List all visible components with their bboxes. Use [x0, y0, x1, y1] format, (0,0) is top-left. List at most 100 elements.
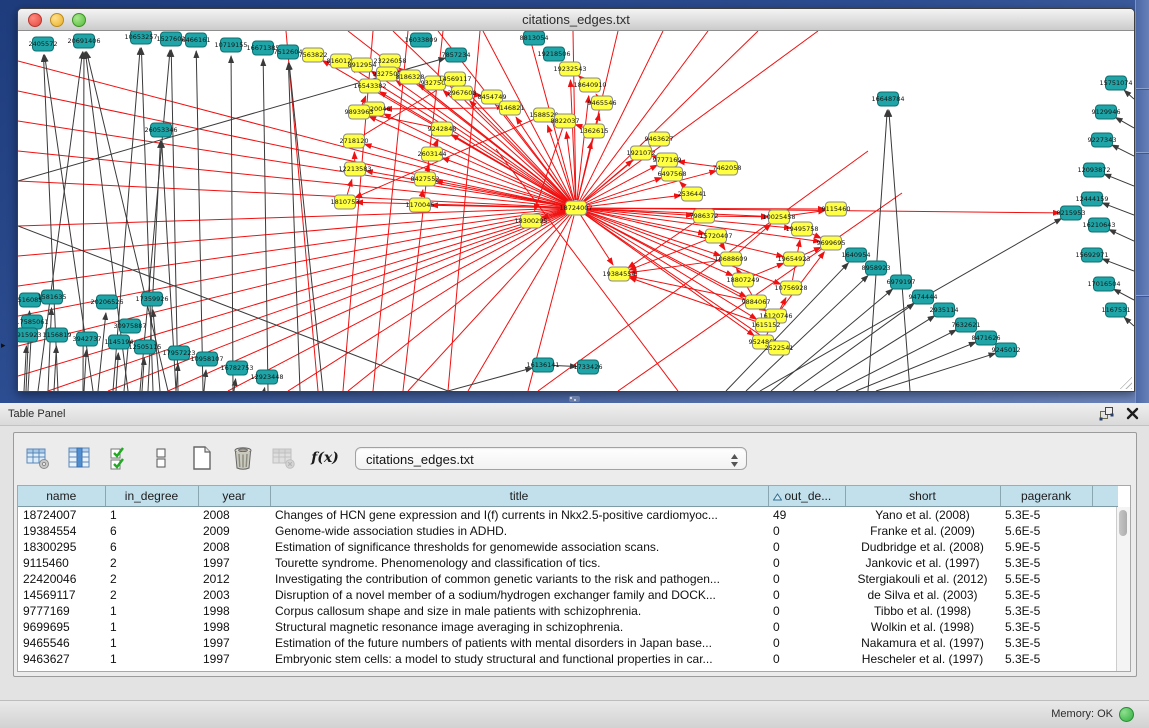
window-minimize-button[interactable]: [50, 13, 64, 27]
graph-node[interactable]: 9777169: [653, 153, 682, 167]
table-cell[interactable]: Dudbridge et al. (2008): [845, 539, 1000, 555]
network-window-titlebar[interactable]: citations_edges.txt: [18, 9, 1134, 31]
graph-node[interactable]: 12923448: [250, 370, 283, 384]
table-cell[interactable]: 0: [768, 651, 845, 667]
table-cell[interactable]: 5.9E-5: [1000, 539, 1092, 555]
panel-collapse-arrow-icon[interactable]: ▸: [1, 341, 6, 350]
table-row[interactable]: 1938455462009Genome-wide association stu…: [18, 523, 1118, 539]
table-cell[interactable]: Tourette syndrome. Phenomenology and cla…: [270, 555, 768, 571]
select-all-check-icon[interactable]: [106, 444, 134, 472]
table-cell[interactable]: 1997: [198, 635, 270, 651]
table-cell[interactable]: 6: [105, 539, 198, 555]
column-header-in_degree[interactable]: in_degree: [105, 486, 198, 506]
graph-node[interactable]: 8471626: [972, 331, 1001, 345]
graph-node[interactable]: 9884067: [742, 295, 771, 309]
graph-node[interactable]: 7512604: [274, 45, 303, 59]
table-cell[interactable]: Yano et al. (2008): [845, 506, 1000, 523]
table-column-icon[interactable]: [65, 444, 93, 472]
table-cell[interactable]: 1: [105, 603, 198, 619]
graph-node[interactable]: 9465546: [588, 96, 617, 110]
graph-node[interactable]: 2536441: [678, 187, 707, 201]
graph-node[interactable]: 9893963: [345, 105, 374, 119]
table-cell[interactable]: Structural magnetic resonance image aver…: [270, 619, 768, 635]
close-panel-icon[interactable]: [1126, 407, 1139, 425]
graph-node[interactable]: 7146821: [496, 101, 525, 115]
graph-node[interactable]: 17016504: [1087, 277, 1120, 291]
table-cell[interactable]: 0: [768, 587, 845, 603]
graph-node[interactable]: 7563822: [299, 48, 328, 62]
graph-node[interactable]: 8427552: [411, 172, 440, 186]
table-cell[interactable]: 1: [105, 506, 198, 523]
rows-icon[interactable]: [147, 444, 175, 472]
graph-node[interactable]: 17359926: [135, 292, 168, 306]
graph-node[interactable]: 16782753: [220, 361, 253, 375]
graph-node[interactable]: 1810753: [331, 195, 360, 209]
graph-node[interactable]: 9115460: [822, 202, 851, 216]
graph-node[interactable]: 17585061: [18, 315, 49, 329]
table-row[interactable]: 1830029562008Estimation of significance …: [18, 539, 1118, 555]
trash-icon[interactable]: [229, 444, 257, 472]
table-cell[interactable]: 9699695: [18, 619, 105, 635]
window-zoom-button[interactable]: [72, 13, 86, 27]
graph-node[interactable]: 6497568: [658, 167, 687, 181]
graph-node[interactable]: 1733426: [574, 360, 603, 374]
table-cell[interactable]: 1998: [198, 603, 270, 619]
table-cell[interactable]: 2008: [198, 539, 270, 555]
graph-node[interactable]: 2522541: [765, 341, 794, 355]
column-header-out_de[interactable]: out_de...: [768, 486, 845, 506]
graph-node[interactable]: 9227343: [1088, 133, 1117, 147]
table-cell[interactable]: Wolkin et al. (1998): [845, 619, 1000, 635]
table-vertical-scrollbar[interactable]: [1116, 507, 1130, 672]
table-cell[interactable]: 1: [105, 635, 198, 651]
table-row[interactable]: 969969511998Structural magnetic resonanc…: [18, 619, 1118, 635]
table-cell[interactable]: 0: [768, 523, 845, 539]
graph-node[interactable]: 8215953: [1057, 206, 1086, 220]
table-cell[interactable]: Embryonic stem cells: a model to study s…: [270, 651, 768, 667]
table-cell[interactable]: 0: [768, 635, 845, 651]
table-cell[interactable]: 5.3E-5: [1000, 619, 1092, 635]
function-fx-icon[interactable]: f(x): [311, 444, 339, 472]
table-cell[interactable]: 9777169: [18, 603, 105, 619]
graph-node[interactable]: 9474444: [909, 290, 938, 304]
table-row[interactable]: 946362711997Embryonic stem cells: a mode…: [18, 651, 1118, 667]
table-cell[interactable]: Estimation of the future numbers of pati…: [270, 635, 768, 651]
graph-node[interactable]: 9242848: [428, 122, 457, 136]
graph-node[interactable]: 10756928: [774, 281, 807, 295]
table-cell[interactable]: 9115460: [18, 555, 105, 571]
table-row[interactable]: 946554611997Estimation of the future num…: [18, 635, 1118, 651]
table-cell[interactable]: 6: [105, 523, 198, 539]
graph-node[interactable]: 2967608: [448, 86, 477, 100]
table-cell[interactable]: 2009: [198, 523, 270, 539]
graph-node[interactable]: 20691406: [67, 34, 100, 48]
graph-node[interactable]: 15751074: [1099, 76, 1132, 90]
table-row[interactable]: 1872400712008Changes of HCN gene express…: [18, 506, 1118, 523]
column-header-pagerank[interactable]: pagerank: [1000, 486, 1092, 506]
table-cell[interactable]: 1: [105, 651, 198, 667]
graph-node[interactable]: 9245012: [992, 343, 1021, 357]
table-cell[interactable]: Investigating the contribution of common…: [270, 571, 768, 587]
table-cell[interactable]: 0: [768, 619, 845, 635]
table-cell[interactable]: 5.3E-5: [1000, 635, 1092, 651]
graph-node[interactable]: 8822037: [551, 114, 580, 128]
network-canvas[interactable]: 1872400775638228160123891295423226058932…: [18, 31, 1134, 391]
graph-node[interactable]: 6979197: [887, 275, 916, 289]
table-cell[interactable]: 19384554: [18, 523, 105, 539]
graph-node[interactable]: 10653257: [124, 31, 157, 44]
network-window[interactable]: citations_edges.txt 18724007756382281601…: [17, 8, 1135, 392]
table-cell[interactable]: 18300295: [18, 539, 105, 555]
graph-node[interactable]: 8813054: [520, 31, 549, 45]
window-close-button[interactable]: [28, 13, 42, 27]
table-cell[interactable]: 5.3E-5: [1000, 651, 1092, 667]
table-cell[interactable]: 9463627: [18, 651, 105, 667]
graph-node[interactable]: 8958923: [862, 261, 891, 275]
table-cell[interactable]: Jankovic et al. (1997): [845, 555, 1000, 571]
graph-node[interactable]: 16648784: [871, 92, 904, 106]
graph-node[interactable]: 19232543: [553, 62, 586, 76]
graph-node[interactable]: 23226058: [373, 54, 406, 68]
table-cell[interactable]: 1998: [198, 619, 270, 635]
table-header-row[interactable]: namein_degreeyeartitleout_de...shortpage…: [18, 486, 1118, 506]
graph-node[interactable]: 9463627: [645, 132, 674, 146]
scrollbar-thumb[interactable]: [1119, 510, 1127, 536]
graph-node[interactable]: 16033809: [404, 33, 437, 47]
graph-node[interactable]: 1362615: [580, 124, 609, 138]
